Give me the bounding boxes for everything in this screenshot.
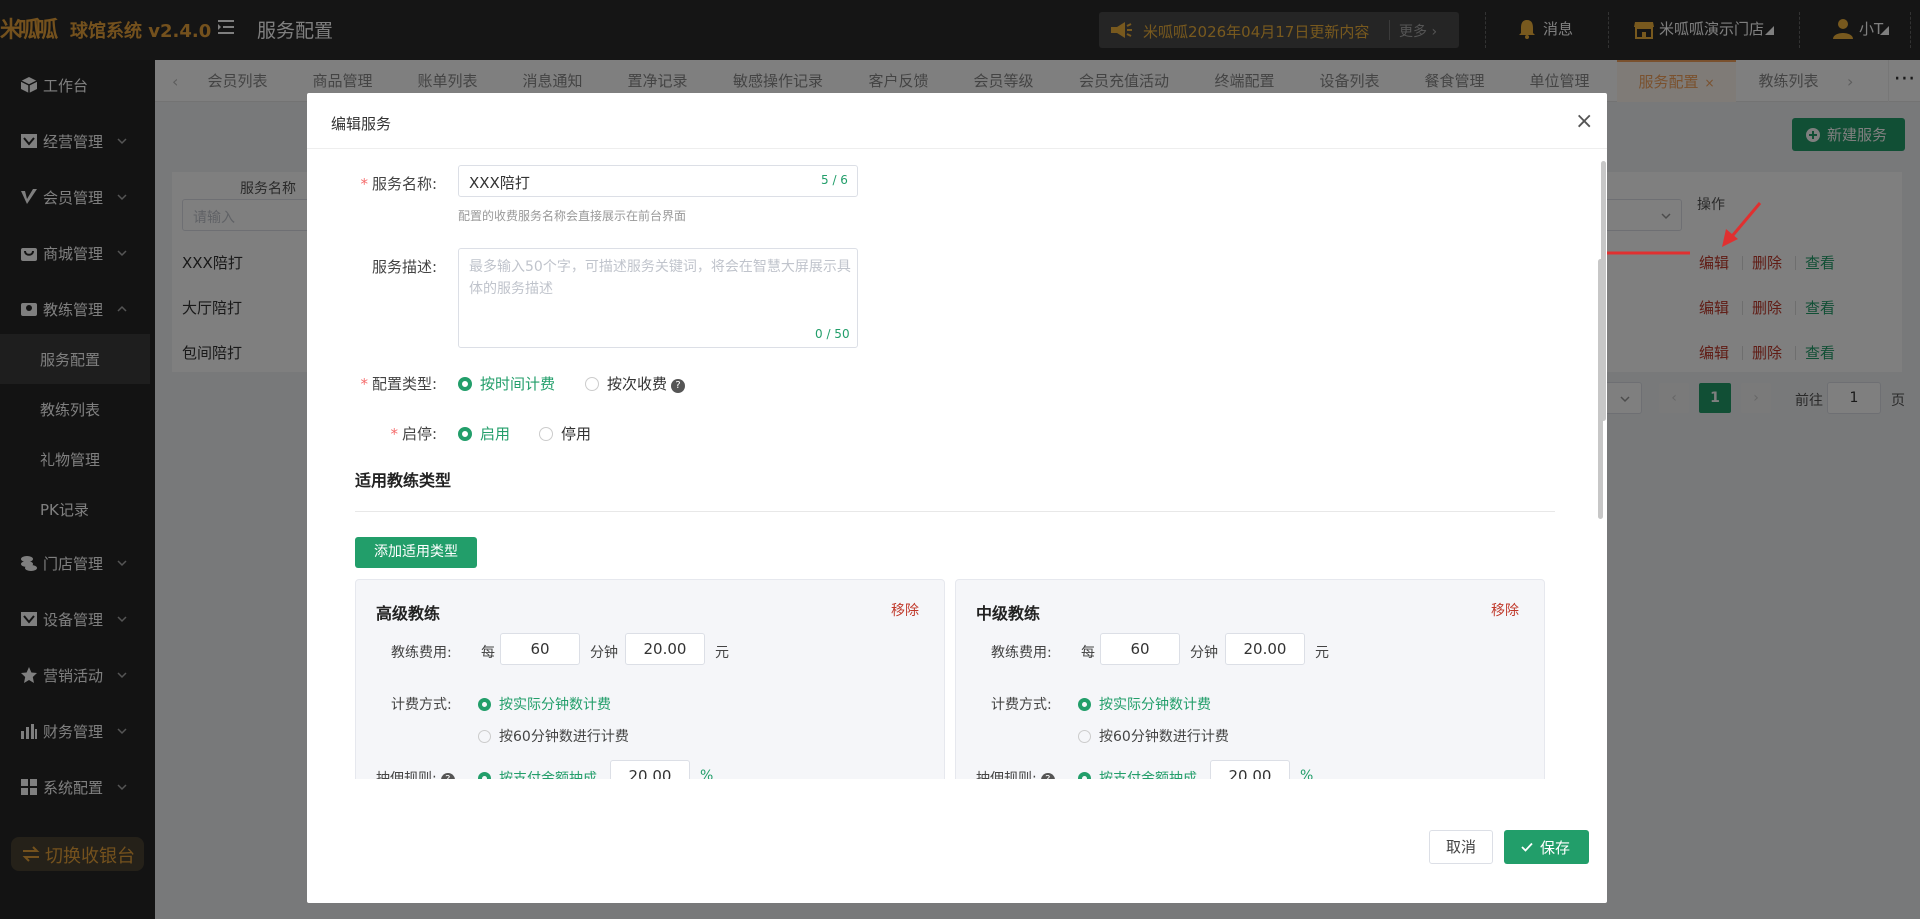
close-icon[interactable]: ×: [1575, 109, 1593, 134]
section-divider: [355, 511, 1555, 512]
fee-label: 教练费用:: [991, 645, 1052, 661]
minutes-input[interactable]: 60: [500, 633, 580, 665]
remove-card-button[interactable]: 移除: [891, 600, 919, 620]
billing-60-minutes-radio[interactable]: 按60分钟数进行计费: [1078, 726, 1229, 746]
card-title: 高级教练: [376, 604, 441, 623]
radio-label: 按支付金额抽成: [499, 771, 597, 779]
radio-unchecked-icon: [539, 427, 553, 441]
radio-label: 按实际分钟数计费: [1099, 697, 1211, 713]
add-coach-type-button[interactable]: 添加适用类型: [355, 537, 477, 568]
radio-label: 按60分钟数进行计费: [1099, 729, 1229, 745]
per-text: 每: [481, 645, 495, 661]
edit-service-dialog: 编辑服务 × * 服务名称: XXX陪打 5 / 6 配置的收费服务名称会直接展示…: [307, 93, 1607, 903]
commission-input[interactable]: 20.00: [610, 760, 690, 779]
radio-checked-icon: [1078, 772, 1091, 779]
radio-unchecked-icon: [478, 730, 491, 743]
config-type-per-use-radio[interactable]: 按次收费?: [585, 373, 686, 394]
radio-label: 按60分钟数进行计费: [499, 729, 629, 745]
dialog-header: 编辑服务 ×: [307, 93, 1607, 149]
radio-label: 按支付金额抽成: [1099, 771, 1197, 779]
commission-label: 抽佣规则:?: [976, 768, 1055, 779]
help-question-icon[interactable]: ?: [440, 773, 455, 779]
commission-by-payment-radio[interactable]: 按支付金额抽成: [478, 768, 597, 779]
fee-label: 教练费用:: [391, 645, 452, 661]
dialog-title: 编辑服务: [331, 115, 392, 133]
percent-unit: %: [1300, 768, 1314, 779]
minute-unit: 分钟: [590, 645, 618, 661]
billing-label: 计费方式:: [391, 697, 452, 713]
price-input[interactable]: 20.00: [625, 633, 705, 665]
price-input[interactable]: 20.00: [1225, 633, 1305, 665]
service-name-count: 5 / 6: [821, 173, 848, 187]
commission-input[interactable]: 20.00: [1210, 760, 1290, 779]
yuan-unit: 元: [1315, 645, 1329, 661]
radio-unchecked-icon: [585, 377, 599, 391]
per-text: 每: [1081, 645, 1095, 661]
enable-label: * 启停:: [390, 425, 437, 443]
description-count: 0 / 50: [815, 327, 850, 341]
cancel-button[interactable]: 取消: [1429, 830, 1493, 864]
billing-60-minutes-radio[interactable]: 按60分钟数进行计费: [478, 726, 629, 746]
radio-checked-icon: [1078, 698, 1091, 711]
commission-by-payment-radio[interactable]: 按支付金额抽成: [1078, 768, 1197, 779]
minute-unit: 分钟: [1190, 645, 1218, 661]
service-name-hint: 配置的收费服务名称会直接展示在前台界面: [458, 209, 687, 223]
radio-unchecked-icon: [1078, 730, 1091, 743]
coach-type-card: 高级教练 移除 教练费用: 每 60 分钟 20.00 元 计费方式: 按实际分…: [355, 579, 945, 779]
card-title: 中级教练: [976, 604, 1041, 623]
save-button[interactable]: 保存: [1504, 830, 1589, 864]
radio-label: 按时间计费: [480, 375, 556, 393]
percent-unit: %: [700, 768, 714, 779]
service-name-input[interactable]: XXX陪打 5 / 6: [458, 165, 858, 197]
billing-label: 计费方式:: [991, 697, 1052, 713]
config-type-by-time-radio[interactable]: 按时间计费: [458, 373, 555, 394]
description-label: 服务描述:: [371, 258, 437, 276]
radio-label: 停用: [561, 425, 592, 443]
radio-label: 按次收费: [607, 375, 668, 393]
help-question-icon[interactable]: ?: [671, 379, 686, 393]
enable-off-radio[interactable]: 停用: [539, 423, 591, 444]
enable-on-radio[interactable]: 启用: [458, 423, 510, 444]
check-icon: [1521, 842, 1533, 852]
service-name-value: XXX陪打: [469, 174, 530, 192]
commission-label: 抽佣规则:?: [376, 768, 455, 779]
billing-actual-minutes-radio[interactable]: 按实际分钟数计费: [1078, 694, 1211, 714]
description-placeholder: 最多输入50个字，可描述服务关键词，将会在智慧大屏展示具体的服务描述: [469, 259, 851, 297]
coach-type-card: 中级教练 移除 教练费用: 每 60 分钟 20.00 元 计费方式: 按实际分…: [955, 579, 1545, 779]
billing-actual-minutes-radio[interactable]: 按实际分钟数计费: [478, 694, 611, 714]
description-textarea[interactable]: 最多输入50个字，可描述服务关键词，将会在智慧大屏展示具体的服务描述 0 / 5…: [458, 248, 858, 348]
radio-checked-icon: [478, 698, 491, 711]
radio-checked-icon: [458, 427, 472, 441]
radio-label: 按实际分钟数计费: [499, 697, 611, 713]
help-question-icon[interactable]: ?: [1040, 773, 1055, 779]
service-name-label: * 服务名称:: [360, 175, 437, 193]
dialog-scrollbar-thumb[interactable]: [1601, 161, 1606, 421]
remove-card-button[interactable]: 移除: [1491, 600, 1519, 620]
save-label: 保存: [1540, 839, 1571, 857]
config-type-label: * 配置类型:: [360, 375, 437, 393]
radio-checked-icon: [478, 772, 491, 779]
coach-type-cards: 高级教练 移除 教练费用: 每 60 分钟 20.00 元 计费方式: 按实际分…: [307, 579, 1607, 779]
radio-label: 启用: [480, 425, 511, 443]
radio-checked-icon: [458, 377, 472, 391]
section-title-coach-types: 适用教练类型: [355, 471, 452, 490]
yuan-unit: 元: [715, 645, 729, 661]
minutes-input[interactable]: 60: [1100, 633, 1180, 665]
